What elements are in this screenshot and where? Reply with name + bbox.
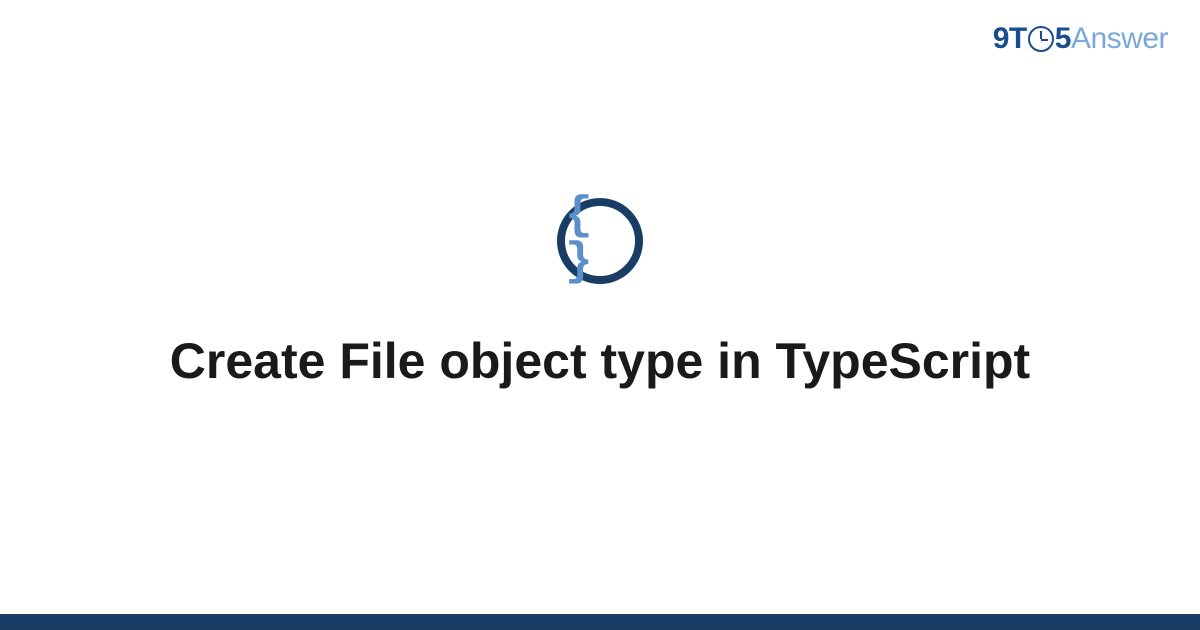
page-title: Create File object type in TypeScript (170, 330, 1030, 393)
main-content: { } Create File object type in TypeScrip… (0, 0, 1200, 630)
footer-bar (0, 614, 1200, 630)
topic-icon-circle: { } (557, 198, 643, 284)
code-braces-icon: { } (565, 193, 635, 285)
